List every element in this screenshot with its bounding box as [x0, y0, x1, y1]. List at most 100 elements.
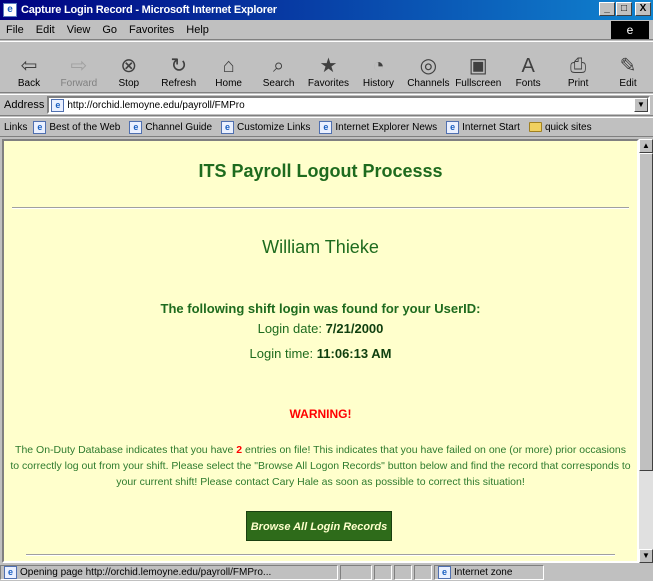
link-channel-guide[interactable]: e Channel Guide [129, 120, 212, 134]
page-icon: e [446, 120, 460, 134]
warning-message: The On-Duty Database indicates that you … [10, 444, 631, 488]
browse-all-login-records-button[interactable]: Browse All Login Records [246, 511, 392, 541]
refresh-label: Refresh [161, 78, 197, 89]
status-cell [374, 565, 392, 580]
login-time-label: Login time: [249, 346, 314, 361]
address-url: http://orchid.lemoyne.edu/payroll/FMPro [67, 99, 245, 111]
history-label: History [362, 78, 394, 89]
warning-heading: WARNING! [289, 407, 352, 421]
link-internet-start[interactable]: e Internet Start [446, 120, 520, 134]
standard-toolbar: ⇦ Back ⇨ Forward ⊗ Stop ↻ Refresh ⌂ Home… [0, 41, 653, 93]
internet-zone-icon: e [438, 566, 451, 579]
user-name: William Thieke [262, 237, 379, 257]
fonts-button[interactable]: A Fonts [503, 44, 553, 92]
login-time-row: Login time: 11:06:13 AM [4, 346, 637, 361]
zone-text: Internet zone [454, 567, 513, 578]
login-time-value: 11:06:13 AM [316, 346, 392, 361]
history-icon: ◔ [372, 55, 385, 77]
title-bar: e Capture Login Record - Microsoft Inter… [0, 0, 653, 20]
print-label: Print [567, 78, 589, 89]
status-text-cell: e Opening page http://orchid.lemoyne.edu… [0, 565, 338, 580]
address-input[interactable]: e http://orchid.lemoyne.edu/payroll/FMPr… [47, 96, 650, 114]
ie-icon: e [3, 3, 17, 17]
page-icon: e [129, 120, 143, 134]
login-date-label: Login date: [257, 321, 322, 336]
edit-label: Edit [619, 78, 637, 89]
fullscreen-icon: ▣ [468, 55, 488, 77]
link-best-of-the-web[interactable]: e Best of the Web [33, 120, 120, 134]
stop-button[interactable]: ⊗ Stop [104, 44, 154, 92]
status-cell [340, 565, 372, 580]
menu-favorites[interactable]: Favorites [129, 24, 174, 36]
scroll-thumb[interactable] [639, 153, 653, 471]
minimize-button[interactable]: _ [599, 2, 615, 16]
page-icon: e [4, 566, 17, 579]
login-date-row: Login date: 7/21/2000 [4, 321, 637, 336]
status-bar: e Opening page http://orchid.lemoyne.edu… [0, 564, 653, 581]
back-arrow-icon: ⇦ [20, 55, 38, 77]
home-icon: ⌂ [222, 55, 235, 77]
print-button[interactable]: ⎙ Print [553, 44, 603, 92]
menu-go[interactable]: Go [102, 24, 117, 36]
zone-cell: e Internet zone [434, 565, 544, 580]
status-cell [414, 565, 432, 580]
print-icon: ⎙ [570, 55, 587, 77]
favorites-button[interactable]: ★ Favorites [304, 44, 354, 92]
divider [26, 554, 615, 556]
link-quick-sites[interactable]: quick sites [528, 122, 592, 133]
fullscreen-button[interactable]: ▣ Fullscreen [453, 44, 503, 92]
status-text: Opening page http://orchid.lemoyne.edu/p… [20, 567, 272, 578]
back-label: Back [17, 78, 41, 89]
edit-icon: ✎ [619, 55, 637, 77]
edit-button[interactable]: ✎ Edit [603, 44, 653, 92]
vertical-scrollbar[interactable]: ▲ ▼ [639, 139, 653, 563]
favorites-icon: ★ [319, 55, 338, 77]
stop-label: Stop [118, 78, 140, 89]
menu-help[interactable]: Help [186, 24, 209, 36]
history-button[interactable]: ◔ History [353, 44, 403, 92]
address-bar: Address e http://orchid.lemoyne.edu/payr… [0, 94, 653, 116]
address-label: Address [4, 99, 45, 111]
ie-throbber-icon: e [611, 21, 649, 39]
address-dropdown-button[interactable]: ▼ [634, 98, 648, 112]
forward-arrow-icon: ⇨ [70, 55, 88, 77]
page-title: ITS Payroll Logout Processs [198, 161, 443, 181]
back-button[interactable]: ⇦ Back [4, 44, 54, 92]
close-button[interactable]: X [635, 2, 651, 16]
channels-button[interactable]: ◎ Channels [403, 44, 453, 92]
link-ie-news[interactable]: e Internet Explorer News [319, 120, 437, 134]
page-icon: e [221, 120, 235, 134]
scroll-up-button[interactable]: ▲ [639, 139, 653, 153]
window-title: Capture Login Record - Microsoft Interne… [21, 4, 277, 16]
link-customize-links[interactable]: e Customize Links [221, 120, 310, 134]
menu-file[interactable]: File [6, 24, 24, 36]
stop-icon: ⊗ [120, 55, 138, 77]
refresh-button[interactable]: ↻ Refresh [154, 44, 204, 92]
menu-edit[interactable]: Edit [36, 24, 55, 36]
page-icon: e [319, 120, 333, 134]
search-icon: ⌕ [272, 55, 285, 77]
home-button[interactable]: ⌂ Home [204, 44, 254, 92]
divider [12, 207, 629, 209]
menu-bar: File Edit View Go Favorites Help e [0, 20, 653, 40]
fullscreen-label: Fullscreen [455, 78, 502, 89]
page-content: ITS Payroll Logout Processs William Thie… [2, 139, 639, 563]
maximize-button[interactable]: □ [616, 2, 632, 16]
channels-icon: ◎ [419, 55, 438, 77]
fonts-icon: A [521, 55, 535, 77]
login-date-value: 7/21/2000 [325, 321, 384, 336]
forward-label: Forward [60, 78, 98, 89]
forward-button[interactable]: ⇨ Forward [54, 44, 104, 92]
favorites-label: Favorites [307, 78, 350, 89]
links-bar: Links e Best of the Web e Channel Guide eC… [0, 117, 653, 137]
search-label: Search [262, 78, 295, 89]
search-button[interactable]: ⌕ Search [254, 44, 304, 92]
fonts-label: Fonts [515, 78, 541, 89]
menu-view[interactable]: View [67, 24, 91, 36]
folder-icon [528, 122, 542, 132]
status-cell [394, 565, 412, 580]
page-icon: e [33, 120, 47, 134]
found-message: The following shift login was found for … [160, 301, 481, 316]
scroll-down-button[interactable]: ▼ [639, 549, 653, 563]
channels-label: Channels [407, 78, 450, 89]
